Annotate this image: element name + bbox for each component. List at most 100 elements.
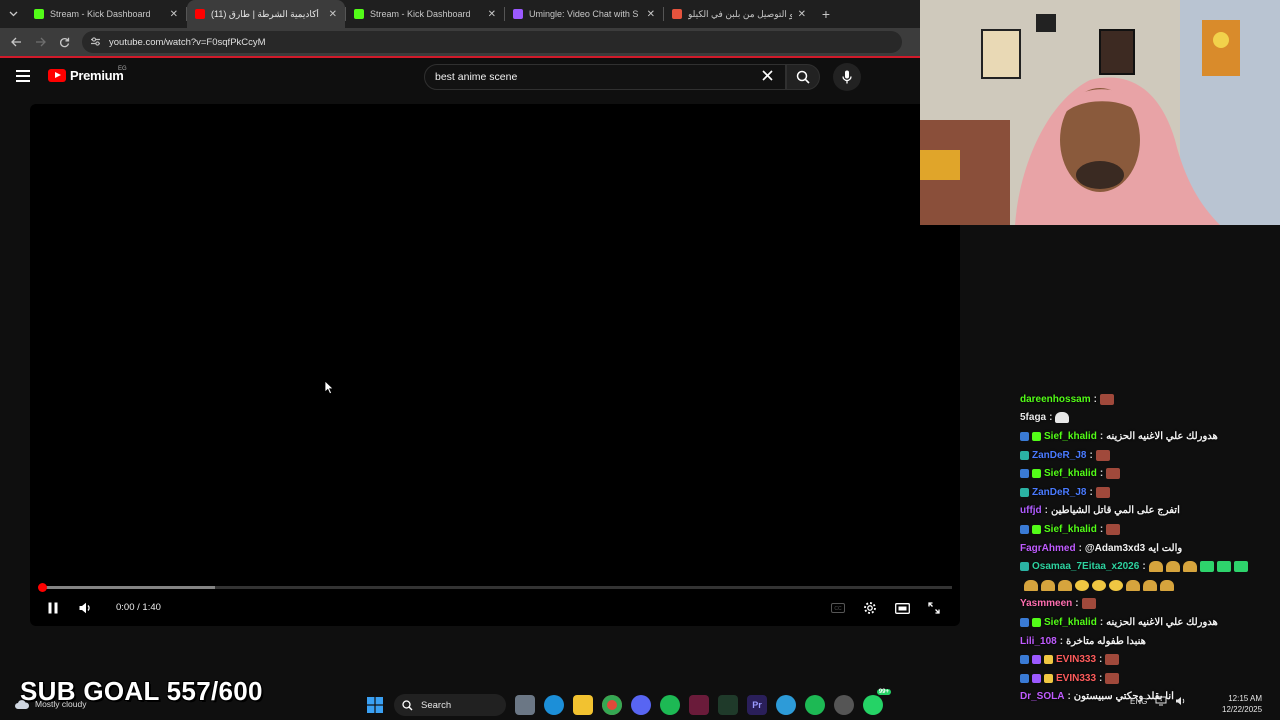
- progress-bar[interactable]: [38, 583, 952, 592]
- browser-tab[interactable]: Stream - Kick Dashboard ✕: [346, 0, 504, 28]
- tab-title: Umingle: Video Chat with S: [529, 9, 639, 19]
- chat-emote-icon: [1105, 654, 1120, 666]
- start-button[interactable]: [365, 695, 385, 715]
- chat-username[interactable]: Yasmmeen: [1020, 598, 1072, 609]
- chat-badge-icon: [1032, 655, 1041, 665]
- chat-separator: :: [1067, 691, 1071, 703]
- fullscreen-button[interactable]: [926, 598, 942, 618]
- chat-username[interactable]: FagrAhmed: [1020, 543, 1076, 554]
- chat-message: ZanDeR_J8:: [1020, 446, 1280, 465]
- chevron-down-icon: [9, 11, 17, 17]
- mute-button[interactable]: [76, 598, 94, 618]
- chrome-icon[interactable]: [602, 695, 622, 715]
- whatsapp-icon[interactable]: 99+: [863, 689, 891, 715]
- chat-badge-icon: [1020, 617, 1029, 627]
- chat-emote-icon: [1095, 486, 1110, 498]
- weather-widget[interactable]: Mostly cloudy: [14, 698, 87, 710]
- theater-mode-button[interactable]: [894, 598, 910, 618]
- messenger-icon[interactable]: [776, 695, 796, 715]
- chat-separator: :: [1099, 468, 1104, 480]
- pause-button[interactable]: [44, 598, 62, 618]
- chat-badge-icon: [1032, 431, 1041, 441]
- tab-close-icon[interactable]: ✕: [798, 9, 806, 20]
- tab-close-icon[interactable]: ✕: [329, 9, 337, 20]
- chat-message: Sief_khalid: هدورلك علي الاغنيه الحزينه: [1020, 613, 1280, 632]
- chat-username[interactable]: dareenhossam: [1020, 394, 1091, 405]
- chat-separator: :: [1099, 430, 1104, 442]
- spotify-icon[interactable]: [660, 695, 680, 715]
- chat-username[interactable]: uffjd: [1020, 505, 1042, 516]
- progress-buffered: [42, 586, 215, 589]
- arrow-right-icon: [35, 37, 46, 47]
- premiere-pro-icon[interactable]: Pr: [747, 695, 767, 715]
- theater-mode-icon: [894, 602, 910, 614]
- search-icon: [402, 699, 413, 710]
- progress-scrubber[interactable]: [38, 583, 47, 592]
- new-tab-button[interactable]: +: [814, 6, 838, 22]
- tab-close-icon[interactable]: ✕: [647, 9, 655, 20]
- task-view-icon[interactable]: [515, 695, 535, 715]
- chat-separator: :: [1075, 598, 1079, 610]
- settings-button[interactable]: [862, 598, 878, 618]
- spotify-icon-2[interactable]: [805, 695, 825, 715]
- browser-tab[interactable]: (11) أكاديمية الشرطة | طارق ✕: [187, 0, 345, 28]
- captions-button[interactable]: CC: [830, 598, 846, 618]
- chat-badge-icon: [1020, 524, 1029, 534]
- youtube-header: Premium EG best anime scene: [0, 58, 920, 96]
- chat-username[interactable]: Lili_108: [1020, 636, 1057, 647]
- taskbar-search[interactable]: Search: [394, 694, 506, 716]
- chat-username[interactable]: ZanDeR_J8: [1032, 450, 1086, 461]
- file-explorer-icon[interactable]: [573, 695, 593, 715]
- address-bar[interactable]: youtube.com/watch?v=F0sqfPkCcyM: [82, 31, 902, 53]
- forward-button[interactable]: [30, 32, 50, 52]
- app-icon-2[interactable]: [834, 695, 854, 715]
- clear-search-button[interactable]: [762, 68, 773, 84]
- chat-emote-icon: [1092, 579, 1106, 591]
- chat-emote-icon: [1216, 561, 1231, 573]
- chat-username[interactable]: Sief_khalid: [1044, 468, 1097, 479]
- chat-username[interactable]: Sief_khalid: [1044, 617, 1097, 628]
- edge-icon[interactable]: [544, 695, 564, 715]
- chat-username[interactable]: Osamaa_7Eitaa_x2026: [1032, 561, 1139, 572]
- search-button[interactable]: [786, 64, 820, 90]
- tab-search-button[interactable]: [0, 0, 26, 28]
- browser-tab[interactable]: Stream - Kick Dashboard ✕: [26, 0, 186, 28]
- language-indicator[interactable]: ENG: [1130, 697, 1147, 706]
- chat-username[interactable]: Dr_SOLA: [1020, 691, 1064, 702]
- tab-close-icon[interactable]: ✕: [488, 9, 496, 20]
- chat-username[interactable]: Sief_khalid: [1044, 431, 1097, 442]
- video-player[interactable]: 0:00 / 1:40 CC: [30, 104, 960, 626]
- reload-button[interactable]: [54, 32, 74, 52]
- site-info-icon[interactable]: [90, 36, 101, 48]
- url-text: youtube.com/watch?v=F0sqfPkCcyM: [109, 36, 266, 48]
- svg-text:CC: CC: [834, 606, 842, 612]
- chat-text: اتفرج على المي قاتل الشياطين: [1051, 505, 1180, 517]
- discord-icon[interactable]: [631, 695, 651, 715]
- chat-emote-icon: [1095, 449, 1110, 461]
- windows-icon: [367, 697, 383, 713]
- chat-username[interactable]: EVIN333: [1056, 673, 1096, 684]
- app-icon[interactable]: [718, 695, 738, 715]
- chat-username[interactable]: Sief_khalid: [1044, 524, 1097, 535]
- network-icon[interactable]: [1155, 696, 1167, 706]
- taskbar-clock[interactable]: 12:15 AM 12/22/2025: [1222, 693, 1262, 715]
- chat-username[interactable]: 5faga: [1020, 412, 1046, 423]
- search-input[interactable]: best anime scene: [424, 64, 786, 90]
- chat-emote-icon: [1105, 672, 1120, 684]
- menu-icon[interactable]: [16, 70, 30, 82]
- voice-search-button[interactable]: [833, 63, 861, 91]
- speaker-icon[interactable]: [1175, 696, 1187, 706]
- tab-close-icon[interactable]: ✕: [170, 9, 178, 20]
- fullscreen-icon: [928, 602, 940, 614]
- tab-title: Stream - Kick Dashboard: [370, 9, 471, 19]
- chat-emote-icon: [1058, 579, 1072, 591]
- browser-tab[interactable]: Umingle: Video Chat with S ✕: [505, 0, 663, 28]
- browser-tab[interactable]: منيو التوصيل من بلبن في الكيلو ✕: [664, 0, 814, 28]
- chat-username[interactable]: ZanDeR_J8: [1032, 487, 1086, 498]
- vegas-icon[interactable]: [689, 695, 709, 715]
- back-button[interactable]: [6, 32, 26, 52]
- chat-text: هدورلك علي الاغنيه الحزينه: [1106, 430, 1218, 442]
- chat-username[interactable]: EVIN333: [1056, 654, 1096, 665]
- chat-separator: :: [1142, 561, 1146, 573]
- youtube-logo[interactable]: Premium EG: [48, 66, 127, 83]
